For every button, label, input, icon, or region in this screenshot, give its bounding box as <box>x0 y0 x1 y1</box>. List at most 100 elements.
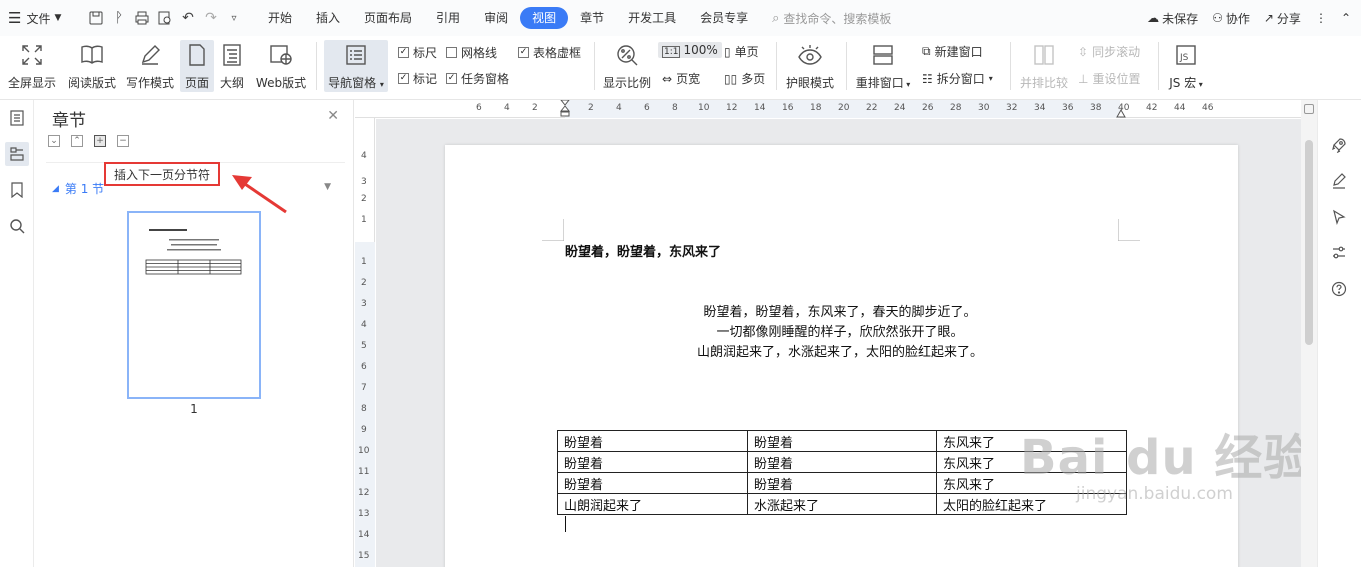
indent-marker-icon[interactable] <box>560 100 570 118</box>
unsaved-status[interactable]: ☁ 未保存 <box>1147 10 1198 27</box>
edit-button[interactable] <box>1328 170 1350 192</box>
table-cell[interactable]: 盼望着 <box>557 451 748 473</box>
bookmark-button[interactable] <box>5 178 29 202</box>
select-button[interactable] <box>1328 206 1350 228</box>
table-cell[interactable]: 盼望着 <box>747 430 937 452</box>
find-button[interactable] <box>5 214 29 238</box>
print-preview-icon[interactable] <box>155 8 175 28</box>
page-thumbnail[interactable] <box>127 211 261 399</box>
document-structure-button[interactable] <box>5 106 29 130</box>
multi-page-button[interactable]: ▯▯ 多页 <box>724 70 765 87</box>
share-button[interactable]: ↗ 分享 <box>1264 10 1301 27</box>
share-icon: ↗ <box>1263 11 1274 25</box>
right-indent-marker-icon[interactable] <box>1116 109 1126 118</box>
chapter-nav-button[interactable] <box>5 142 29 166</box>
marks-checkbox[interactable]: ✓ 标记 <box>398 70 437 87</box>
side-by-side-button[interactable]: 并排比较 <box>1016 40 1072 92</box>
ruler-tick: 30 <box>978 103 990 113</box>
web-layout-button[interactable]: Web版式 <box>252 40 310 92</box>
redo-icon[interactable]: ↷ <box>201 8 221 28</box>
print-icon[interactable] <box>132 8 152 28</box>
sync-scroll-button[interactable]: ⇳ 同步滚动 <box>1078 43 1140 60</box>
eye-care-label: 护眼模式 <box>785 76 834 90</box>
js-macro-button[interactable]: JS JS 宏 ▾ <box>1164 40 1208 92</box>
navigation-pane-button[interactable]: 导航窗格 ▾ <box>324 40 388 92</box>
tab-home[interactable]: 开始 <box>256 7 304 29</box>
close-icon[interactable]: ✕ <box>327 108 339 124</box>
remove-section-icon[interactable]: − <box>117 135 129 147</box>
ruler-checkbox[interactable]: ✓ 标尺 <box>398 44 437 61</box>
customize-toolbar-icon[interactable]: ▿ <box>224 8 244 28</box>
help-button[interactable] <box>1328 278 1350 300</box>
collapse-ribbon-button[interactable]: ⌃ <box>1341 11 1351 25</box>
table-cell[interactable]: 山朗润起来了 <box>557 493 748 515</box>
cursor-arrow-icon <box>1333 209 1346 225</box>
table-cell[interactable]: 盼望着 <box>557 472 748 494</box>
vertical-ruler[interactable]: 4 3 2 1 1 2 3 4 5 6 7 8 9 10 11 12 13 14… <box>355 118 375 567</box>
save-icon[interactable] <box>86 8 106 28</box>
collapse-up-icon[interactable]: ⌃ <box>71 135 83 147</box>
table-cell[interactable]: 盼望着 <box>557 430 748 452</box>
tab-developer[interactable]: 开发工具 <box>616 7 688 29</box>
multi-page-icon: ▯▯ <box>724 71 738 86</box>
tab-member[interactable]: 会员专享 <box>688 7 760 29</box>
format-painter-icon[interactable]: ᚹ <box>109 8 129 28</box>
scrollbar-thumb[interactable] <box>1305 140 1313 345</box>
vertical-scrollbar[interactable] <box>1301 100 1317 567</box>
settings-button[interactable] <box>1328 242 1350 264</box>
reading-layout-button[interactable]: 阅读版式 <box>66 40 118 92</box>
new-window-button[interactable]: ⧉ 新建窗口 <box>922 43 983 60</box>
ruler-label: 标尺 <box>413 46 438 60</box>
tab-review[interactable]: 审阅 <box>472 7 520 29</box>
zoom-ratio-button[interactable]: 显示比例 <box>600 40 654 92</box>
ruler-tick: 1 <box>361 215 367 225</box>
search-icon: ⌕ <box>772 10 780 26</box>
command-search[interactable]: ⌕ 查找命令、搜索模板 <box>772 10 891 27</box>
expand-down-icon[interactable]: ⌄ <box>48 135 60 147</box>
tab-references[interactable]: 引用 <box>424 7 472 29</box>
horizontal-ruler[interactable]: 6 4 2 2 4 6 8 10 12 14 16 18 20 22 24 26… <box>355 100 1301 118</box>
table-cell[interactable]: 盼望着 <box>747 451 937 473</box>
section-item[interactable]: ◢ 第 1 节 <box>52 180 110 197</box>
ruler-tick: 2 <box>588 103 594 113</box>
document-title[interactable]: 盼望着，盼望着，东风来了 <box>565 241 721 260</box>
page-view-button[interactable]: 页面 <box>180 40 214 92</box>
pen-icon <box>1333 173 1346 189</box>
gridlines-checkbox[interactable]: 网格线 <box>446 44 497 61</box>
ruler-tick: 3 <box>361 299 367 309</box>
more-button[interactable]: ⋮ <box>1315 11 1327 25</box>
section-menu-icon[interactable]: ▼ <box>324 182 331 192</box>
tab-view[interactable]: 视图 <box>520 7 569 29</box>
rearrange-windows-button[interactable]: 重排窗口 ▾ <box>852 40 914 92</box>
eye-care-button[interactable]: 护眼模式 <box>782 40 838 92</box>
table-dashes-checkbox[interactable]: ✓ 表格虚框 <box>518 44 581 61</box>
collaborate-button[interactable]: ⚇ 协作 <box>1212 10 1250 27</box>
outline-view-button[interactable]: 大纲 <box>216 40 248 92</box>
poem-paragraph[interactable]: 盼望着，盼望着，东风来了，春天的脚步近了。 一切都像刚睡醒的样子，欣欣然张开了眼… <box>625 303 1055 363</box>
ruler-tick: 2 <box>361 278 367 288</box>
table-cell[interactable]: 水涨起来了 <box>747 493 937 515</box>
tab-section[interactable]: 章节 <box>568 7 616 29</box>
task-pane-checkbox[interactable]: ✓ 任务窗格 <box>446 70 509 87</box>
table-cell[interactable]: 盼望着 <box>747 472 937 494</box>
insert-section-icon[interactable]: + <box>94 135 106 147</box>
more-icon: ⋮ <box>1314 11 1327 25</box>
scroll-top-icon[interactable] <box>1304 104 1314 114</box>
right-menu: ☁ 未保存 ⚇ 协作 ↗ 分享 ⋮ ⌃ <box>1147 0 1351 36</box>
text-cursor <box>565 516 566 532</box>
undo-icon[interactable]: ↶ <box>178 8 198 28</box>
zoom-100-button[interactable]: 1:1 100% <box>658 42 722 58</box>
split-window-button[interactable]: ☷ 拆分窗口 ▾ <box>922 70 993 87</box>
tab-page-layout[interactable]: 页面布局 <box>352 7 424 29</box>
rocket-button[interactable] <box>1328 134 1350 156</box>
ruler-tick: 4 <box>504 103 510 113</box>
single-page-button[interactable]: ▯ 单页 <box>724 43 759 60</box>
writing-mode-button[interactable]: 写作模式 <box>124 40 176 92</box>
reset-position-button[interactable]: ⊥ 重设位置 <box>1078 70 1140 87</box>
fullscreen-button[interactable]: 全屏显示 <box>6 40 58 92</box>
tab-insert[interactable]: 插入 <box>304 7 352 29</box>
page-width-button[interactable]: ⇔ 页宽 <box>662 70 700 87</box>
file-menu[interactable]: ☰ 文件 ▼ <box>0 9 82 27</box>
ruler-tick: 18 <box>810 103 822 113</box>
ruler-tick: 9 <box>361 425 367 435</box>
